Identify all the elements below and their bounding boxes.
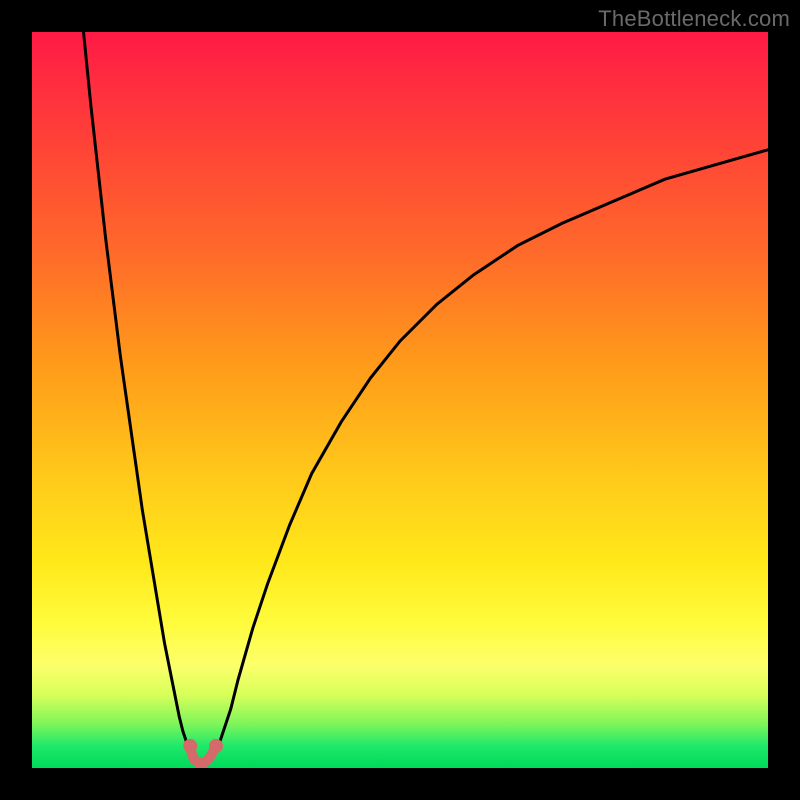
plot-area bbox=[32, 32, 768, 768]
left-branch-curve bbox=[84, 32, 191, 746]
watermark-text: TheBottleneck.com bbox=[598, 6, 790, 32]
chart-frame: TheBottleneck.com bbox=[0, 0, 800, 800]
right-branch-curve bbox=[216, 150, 768, 746]
notch-end-right bbox=[209, 739, 223, 753]
notch-end-left bbox=[183, 739, 197, 753]
curve-layer bbox=[32, 32, 768, 768]
